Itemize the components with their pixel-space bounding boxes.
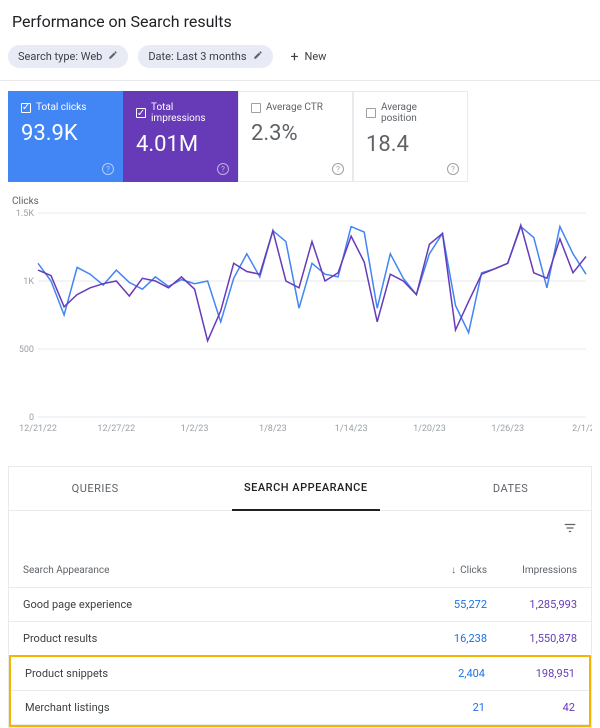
cell-clicks: 16,238 (397, 632, 487, 645)
metric-ctr-value: 2.3% (251, 121, 340, 146)
chip-date-label: Date: Last 3 months (148, 50, 246, 63)
line-chart: 0 500 1K 1.5K 12/21/22 12/27/22 1/2/23 1/8/23 1… (8, 207, 592, 437)
svg-text:500: 500 (19, 345, 34, 355)
help-icon[interactable]: ? (217, 163, 229, 175)
help-icon[interactable]: ? (447, 163, 459, 175)
chip-new-label: New (304, 50, 326, 63)
metric-impr-value: 4.01M (136, 132, 225, 157)
chart-y-title: Clicks (12, 196, 592, 207)
help-icon[interactable]: ? (102, 163, 114, 175)
filter-bar: Search type: Web Date: Last 3 months + N… (0, 45, 600, 81)
cell-impressions: 1,285,993 (487, 598, 577, 611)
svg-text:1/2/23: 1/2/23 (181, 424, 209, 434)
svg-text:1.5K: 1.5K (16, 209, 34, 219)
cell-clicks: 55,272 (397, 598, 487, 611)
svg-text:1/20/23: 1/20/23 (413, 424, 446, 434)
th-impressions[interactable]: Impressions (487, 565, 577, 576)
plus-icon: + (291, 52, 299, 62)
table-panel: QUERIES SEARCH APPEARANCE DATES Search A… (8, 466, 592, 728)
metrics-row: ✓ Total clicks 93.9K ? ✓ Total impressio… (0, 81, 600, 182)
help-icon[interactable]: ? (332, 163, 344, 175)
svg-text:2/1/23: 2/1/23 (572, 424, 592, 434)
checkbox-unchecked-icon (366, 108, 376, 118)
svg-text:1/8/23: 1/8/23 (259, 424, 287, 434)
cell-impressions: 198,951 (485, 667, 575, 680)
metric-pos-label: Average position (381, 102, 455, 124)
chip-search-type-label: Search type: Web (18, 50, 102, 63)
tab-queries[interactable]: QUERIES (60, 467, 131, 511)
th-clicks[interactable]: ↓ Clicks (397, 565, 487, 576)
cell-clicks: 21 (395, 701, 485, 714)
checkbox-checked-icon: ✓ (21, 103, 31, 113)
metric-impr-label: Total impressions (151, 102, 225, 124)
table-row[interactable]: Product snippets2,404198,951 (11, 657, 589, 691)
chip-search-type[interactable]: Search type: Web (8, 45, 128, 68)
tab-dates[interactable]: DATES (481, 467, 540, 511)
svg-text:12/27/22: 12/27/22 (97, 424, 135, 434)
cell-impressions: 42 (485, 701, 575, 714)
tab-bar: QUERIES SEARCH APPEARANCE DATES (9, 467, 591, 511)
chip-new[interactable]: + New (283, 45, 335, 68)
tab-search-appearance[interactable]: SEARCH APPEARANCE (232, 467, 380, 511)
chip-date-range[interactable]: Date: Last 3 months (138, 45, 272, 68)
cell-dimension: Product snippets (25, 667, 395, 680)
svg-text:1/26/23: 1/26/23 (491, 424, 524, 434)
metric-pos-value: 18.4 (366, 132, 455, 157)
checkbox-checked-icon: ✓ (136, 108, 146, 118)
th-dimension[interactable]: Search Appearance (23, 565, 397, 576)
table-row[interactable]: Good page experience55,2721,285,993 (9, 588, 591, 622)
svg-text:1/14/23: 1/14/23 (335, 424, 368, 434)
edit-icon (108, 50, 118, 63)
metric-impressions[interactable]: ✓ Total impressions 4.01M ? (123, 91, 238, 182)
edit-icon (253, 50, 263, 63)
cell-clicks: 2,404 (395, 667, 485, 680)
metric-clicks[interactable]: ✓ Total clicks 93.9K ? (8, 91, 123, 182)
sort-desc-icon: ↓ (451, 565, 456, 576)
metric-position[interactable]: Average position 18.4 ? (353, 91, 468, 182)
metric-clicks-label: Total clicks (36, 102, 86, 113)
table-row[interactable]: Product results16,2381,550,878 (9, 622, 591, 656)
cell-dimension: Product results (23, 632, 397, 645)
cell-dimension: Merchant listings (25, 701, 395, 714)
svg-text:1K: 1K (23, 277, 34, 287)
page-title: Performance on Search results (0, 0, 600, 45)
svg-text:0: 0 (29, 413, 34, 423)
table-row[interactable]: Merchant listings2142 (11, 691, 589, 725)
checkbox-unchecked-icon (251, 103, 261, 113)
cell-dimension: Good page experience (23, 598, 397, 611)
filter-icon[interactable] (563, 521, 577, 538)
metric-ctr-label: Average CTR (266, 102, 323, 113)
chart-area: Clicks 0 500 1K 1.5K 12/21/22 12/27/22 1/2/23… (0, 182, 600, 440)
metric-clicks-value: 93.9K (21, 121, 110, 146)
th-clicks-label: Clicks (460, 565, 487, 576)
metric-ctr[interactable]: Average CTR 2.3% ? (238, 91, 353, 182)
svg-text:12/21/22: 12/21/22 (19, 424, 57, 434)
table-filter-row (9, 511, 591, 544)
cell-impressions: 1,550,878 (487, 632, 577, 645)
table-header: Search Appearance ↓ Clicks Impressions (9, 554, 591, 588)
